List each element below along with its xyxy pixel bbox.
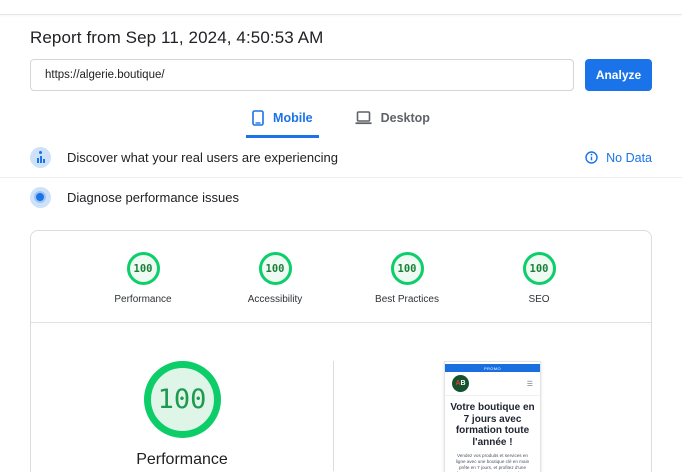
final-screenshot-thumbnail[interactable]: PROMO AB ☰ Votre boutique en 7 jours ave…: [444, 361, 541, 472]
performance-gauge: 100: [144, 361, 221, 438]
tab-desktop-label: Desktop: [381, 111, 430, 125]
no-data-status: No Data: [585, 151, 652, 165]
hamburger-menu-icon: ☰: [527, 380, 533, 388]
thumb-heading: Votre boutique en 7 jours avec formation…: [450, 402, 535, 448]
score-performance[interactable]: 100 Performance: [100, 252, 186, 305]
score-circle: 100: [523, 252, 556, 285]
field-data-title: Discover what your real users are experi…: [67, 150, 338, 165]
thumb-body-text: Vendez vos produits et services en ligne…: [452, 453, 533, 472]
search-bar: Analyze: [30, 59, 652, 91]
device-tabs: Mobile Desktop: [30, 106, 652, 138]
lighthouse-icon: [30, 187, 51, 208]
category-scores-row: 100 Performance 100 Accessibility 100 Be…: [31, 231, 651, 322]
score-best-practices[interactable]: 100 Best Practices: [364, 252, 450, 305]
tab-mobile-label: Mobile: [273, 111, 313, 125]
thumb-site-header: AB ☰: [445, 372, 540, 396]
url-input[interactable]: [30, 59, 574, 91]
lab-data-section-header: Diagnose performance issues: [0, 178, 682, 217]
analyze-button[interactable]: Analyze: [585, 59, 652, 91]
performance-gauge-section: 100 Performance PROMO AB ☰ Votre boutiqu…: [31, 323, 651, 472]
thumb-announcement-bar: PROMO: [445, 364, 540, 372]
score-circle: 100: [127, 252, 160, 285]
site-logo: AB: [452, 375, 469, 392]
score-circle: 100: [259, 252, 292, 285]
performance-gauge-label: Performance: [136, 451, 228, 469]
lab-data-title: Diagnose performance issues: [67, 190, 239, 205]
tab-mobile[interactable]: Mobile: [246, 106, 319, 138]
score-accessibility[interactable]: 100 Accessibility: [232, 252, 318, 305]
tab-desktop[interactable]: Desktop: [349, 106, 436, 138]
mobile-phone-icon: [252, 110, 264, 126]
score-seo[interactable]: 100 SEO: [496, 252, 582, 305]
page-header-strip: [0, 0, 682, 15]
desktop-laptop-icon: [355, 111, 372, 125]
info-icon[interactable]: [585, 151, 598, 164]
lighthouse-report-card: 100 Performance 100 Accessibility 100 Be…: [30, 230, 652, 472]
real-users-chart-icon: [30, 147, 51, 168]
page-title: Report from Sep 11, 2024, 4:50:53 AM: [30, 28, 652, 48]
score-circle: 100: [391, 252, 424, 285]
no-data-label: No Data: [606, 151, 652, 165]
field-data-section-header: Discover what your real users are experi…: [0, 138, 682, 177]
